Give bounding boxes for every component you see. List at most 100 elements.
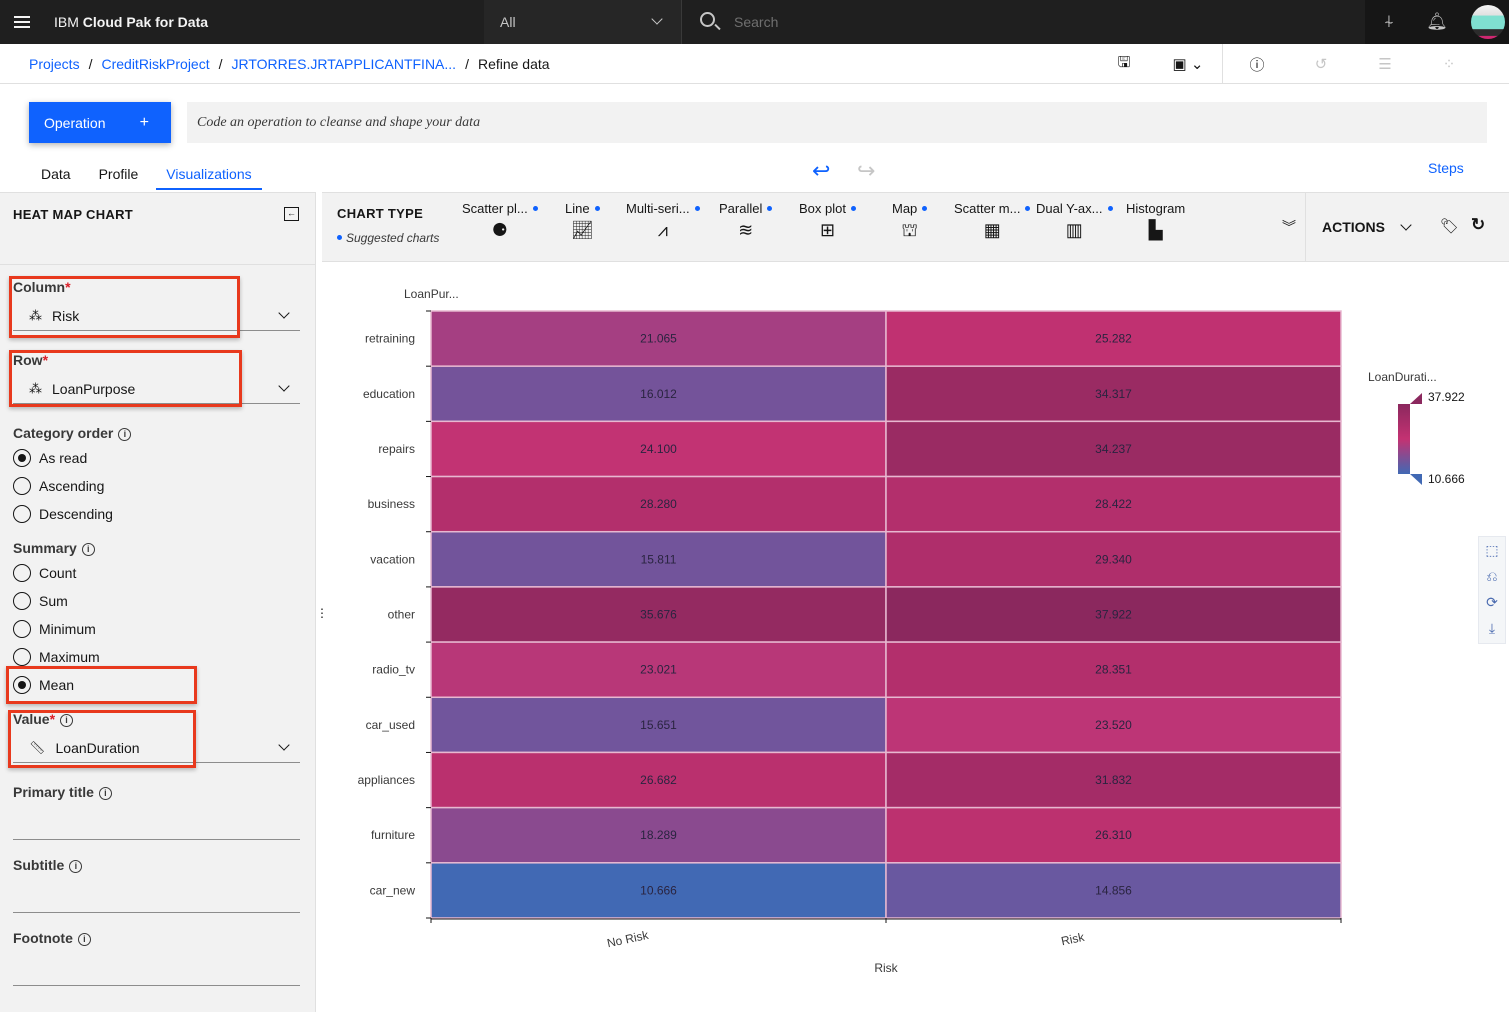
panel-resize-handle[interactable]: ⋮ [316,606,328,620]
chart-type-parallel[interactable]: Parallel ≋ [719,201,773,241]
radio-button[interactable] [13,648,31,666]
y-tick-label: other [388,608,415,622]
chart-type-box-plot[interactable]: Box plot ⊞ [799,201,856,241]
chevron-down-icon [278,307,290,319]
collapse-panel-icon[interactable]: ← [284,207,299,221]
radio-label: Sum [39,593,68,609]
radio-ascending[interactable]: Ascending [13,477,104,495]
expand-chart-types-icon[interactable]: ︾ [1282,217,1296,237]
radio-button[interactable] [13,564,31,582]
footnote-input[interactable] [13,985,300,986]
highlight-box [9,350,242,407]
command-input[interactable]: Code an operation to cleanse and shape y… [187,102,1487,143]
run-job-icon[interactable]: ▣ ⌄ [1156,44,1220,84]
chart-type-map[interactable]: Map ⛫ [892,201,928,244]
search-input[interactable]: Search [684,0,1366,44]
radio-maximum[interactable]: Maximum [13,648,100,666]
comment-icon[interactable]: ☰ [1353,44,1417,84]
chart-type-line-chart[interactable]: Line 📈︎ [565,201,600,241]
radio-button[interactable] [13,592,31,610]
chart-type-scatter-matrix[interactable]: Scatter m... ▦ [954,201,1031,241]
cell-value-label: 16.012 [640,387,677,401]
radio-label: As read [39,450,88,466]
scope-dropdown[interactable]: All [484,0,682,44]
command-placeholder: Code an operation to cleanse and shape y… [197,114,481,130]
x-tick-label: No Risk [606,928,651,951]
tab-profile[interactable]: Profile [89,158,149,190]
chart-type-histogram[interactable]: Histogram ▙ [1126,201,1185,241]
radio-minimum[interactable]: Minimum [13,620,96,638]
brand[interactable]: IBM Cloud Pak for Data [54,14,484,30]
save-icon[interactable]: 🖫 [1092,44,1156,84]
tab-visualizations[interactable]: Visualizations [156,158,262,190]
heatmap-cell [430,696,887,754]
chart-type-bar: CHART TYPE Suggested charts Scatter pl..… [322,192,1509,262]
chevron-down-icon [651,13,663,25]
radio-descending[interactable]: Descending [13,505,113,523]
redo-icon[interactable]: ↪ [857,158,875,184]
search-placeholder: Search [734,14,779,30]
radio-sum[interactable]: Sum [13,592,68,610]
category-order-label: Category order i [13,425,132,441]
heatmap-cell [430,420,887,478]
operation-button[interactable]: Operation + [29,102,171,143]
info-icon[interactable]: i [98,787,112,800]
radio-button[interactable] [13,477,31,495]
suggested-dot [850,206,856,212]
radio-count[interactable]: Count [13,564,76,582]
chart-type-scatter-plot[interactable]: Scatter pl... ⚈ [462,201,538,241]
signpost-icon[interactable]: ⍭ [1365,0,1413,44]
suggested-legend: Suggested charts [337,231,439,245]
radio-as-read[interactable]: As read [13,449,87,467]
subtitle-text: Subtitle [13,857,65,873]
actions-area: ACTIONS 🏷︎ ↻ [1305,193,1509,262]
info-icon[interactable]: i [77,933,91,946]
legend-max-label: 37.922 [1428,390,1465,404]
subtitle-input[interactable] [13,912,300,913]
chevron-down-icon [278,739,290,751]
info-icon[interactable]: ⓘ [1225,44,1289,84]
restore-icon[interactable]: ⟳ [1479,589,1505,615]
breadcrumb-asset[interactable]: JRTORRES.JRTAPPLICANTFINA... [232,56,457,72]
radio-button[interactable] [13,449,31,467]
radio-button[interactable] [13,620,31,638]
info-icon[interactable]: i [69,860,83,873]
notification-icon[interactable]: 🔔︎ [1413,0,1461,44]
breadcrumb-projects[interactable]: Projects [29,56,80,72]
cell-value-label: 28.351 [1095,663,1132,677]
breadcrumb-separator: / [465,55,469,72]
y-tick-label: appliances [358,773,415,787]
primary-title-input[interactable] [13,839,300,840]
cell-value-label: 28.280 [640,497,677,511]
chart-type-dual-y-axis[interactable]: Dual Y-ax... ▥ [1036,201,1113,241]
tag-icon[interactable]: 🏷︎ [1440,217,1459,235]
suggested-dot [337,235,342,241]
info-icon[interactable]: i [81,543,95,556]
history-icon[interactable]: ↺ [1289,44,1353,84]
histogram-icon: ▙ [1148,220,1163,240]
chevron-down-icon[interactable] [1400,219,1412,231]
info-icon[interactable]: i [118,428,132,441]
heatmap-cell [885,696,1342,754]
actions-menu[interactable]: ACTIONS [1322,219,1385,235]
refresh-icon[interactable]: ↻ [1471,215,1485,235]
data-icon[interactable]: ⁘ [1417,44,1481,84]
chart-type-multi-series[interactable]: Multi-seri... ⩘ [626,201,700,241]
zoom-reset-icon[interactable]: ⎌ [1479,563,1505,589]
tab-data[interactable]: Data [31,158,81,190]
heatmap-cell [430,310,887,367]
avatar[interactable] [1471,5,1505,39]
heatmap-cell [885,641,1342,699]
zoom-area-icon[interactable]: ⬚ [1479,537,1505,563]
cell-value-label: 29.340 [1095,552,1132,566]
y-tick-label: education [363,387,415,401]
download-icon[interactable]: ⤓ [1479,615,1505,641]
legend-color-bar [1398,404,1410,474]
undo-icon[interactable]: ↩ [812,158,830,184]
chart-type-label: Parallel [719,201,763,216]
plus-icon: + [139,113,149,131]
steps-link[interactable]: Steps [1428,160,1464,176]
menu-icon[interactable] [0,0,44,44]
breadcrumb-project[interactable]: CreditRiskProject [101,56,209,72]
radio-button[interactable] [13,505,31,523]
